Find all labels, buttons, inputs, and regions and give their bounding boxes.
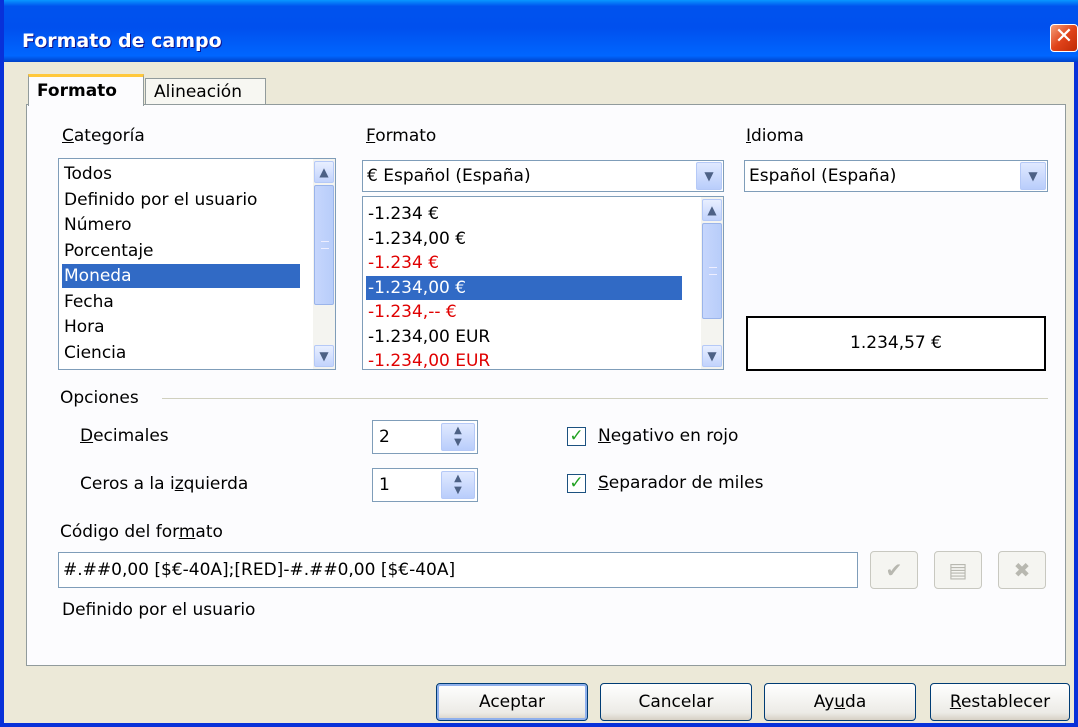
close-icon: ✕ — [1054, 24, 1074, 49]
restablecer-label: Restablecer — [949, 692, 1051, 712]
format-description: Definido por el usuario — [62, 600, 256, 620]
categoria-item[interactable]: Hora — [62, 315, 300, 339]
clipboard-icon: ▤ — [948, 558, 968, 582]
formato-item[interactable]: -1.234 € — [366, 251, 682, 275]
categoria-item[interactable]: Ciencia — [62, 341, 300, 365]
formato-item[interactable]: -1.234,00 EUR — [366, 325, 682, 349]
categoria-item[interactable]: Definido por el usuario — [62, 188, 300, 212]
ceros-label: Ceros a la izquierda — [80, 474, 249, 494]
separador-checkbox[interactable]: ✓ — [567, 474, 586, 493]
currency-combo-value: € Español (España) — [367, 166, 531, 186]
categoria-item[interactable]: Porcentaje — [62, 239, 300, 263]
opciones-label: Opciones — [60, 388, 139, 408]
formato-item[interactable]: -1.234 € — [366, 202, 682, 226]
format-preview: 1.234,57 € — [746, 316, 1046, 371]
formato-scrollbar[interactable]: ▲ ▼ — [701, 197, 723, 369]
tab-alineacion-label: Alineación — [154, 82, 242, 102]
chevron-down-icon[interactable]: ▼ — [1020, 162, 1046, 190]
scroll-thumb[interactable] — [314, 185, 334, 305]
delete-code-button[interactable]: ✖ — [998, 551, 1046, 589]
close-button[interactable]: ✕ — [1050, 24, 1078, 52]
formato-item[interactable]: -1.234,-- € — [366, 300, 682, 324]
negativo-label[interactable]: Negativo en rojo — [598, 426, 738, 446]
categoria-item[interactable]: Número — [62, 213, 300, 237]
restablecer-button[interactable]: Restablecer — [930, 683, 1070, 721]
scroll-up-icon[interactable]: ▲ — [702, 199, 722, 221]
scroll-thumb[interactable] — [702, 223, 722, 319]
ayuda-button[interactable]: Ayuda — [764, 683, 916, 721]
currency-combo[interactable]: € Español (España) ▼ — [362, 160, 724, 192]
accept-code-button[interactable]: ✔ — [870, 551, 918, 589]
scroll-down-icon[interactable]: ▼ — [702, 345, 722, 367]
codigo-label: Código del formato — [60, 522, 223, 542]
ayuda-label: Ayuda — [813, 692, 867, 712]
cancelar-button[interactable]: Cancelar — [600, 683, 752, 721]
format-code-input[interactable]: #.##0,00 [$€-40A];[RED]-#.##0,00 [$€-40A… — [58, 552, 858, 588]
dialog-title: Formato de campo — [22, 30, 222, 52]
tab-alineacion[interactable]: Alineación — [145, 78, 266, 104]
categoria-label: Categoría — [62, 126, 145, 146]
categoria-listbox[interactable]: Todos Definido por el usuario Número Porcen… — [58, 158, 336, 370]
check-icon: ✓ — [569, 426, 584, 446]
categoria-item[interactable]: Fecha — [62, 290, 300, 314]
format-field-dialog: Formato de campo ✕ Formato Alineación Ca… — [0, 0, 1078, 727]
check-icon: ✓ — [569, 473, 584, 493]
categoria-item[interactable]: Moneda — [62, 264, 300, 288]
scroll-down-icon[interactable]: ▼ — [314, 345, 334, 367]
decimales-value: 2 — [379, 427, 390, 447]
checkmark-icon: ✔ — [885, 558, 903, 582]
aceptar-label: Aceptar — [479, 692, 545, 712]
scroll-up-icon[interactable]: ▲ — [314, 161, 334, 183]
chevron-down-icon[interactable]: ▼ — [696, 162, 722, 190]
aceptar-button[interactable]: Aceptar — [436, 683, 588, 721]
ceros-value: 1 — [379, 475, 390, 495]
negativo-checkbox[interactable]: ✓ — [567, 427, 586, 446]
idioma-combo-value: Español (España) — [749, 166, 897, 186]
categoria-scrollbar[interactable]: ▲ ▼ — [313, 159, 335, 369]
spin-arrows-icon[interactable]: ▲ ▼ — [441, 471, 475, 499]
title-bar[interactable]: Formato de campo ✕ — [4, 0, 1078, 62]
formato-listbox[interactable]: -1.234 € -1.234,00 € -1.234 € -1.234,00 € -1… — [362, 196, 724, 370]
tab-formato[interactable]: Formato — [28, 74, 144, 106]
decimales-spinner[interactable]: 2 ▲ ▼ — [372, 420, 478, 454]
idioma-combo[interactable]: Español (España) ▼ — [744, 160, 1048, 192]
categoria-item[interactable]: Todos — [62, 162, 300, 186]
formato-item[interactable]: -1.234,00 EUR — [366, 349, 682, 369]
opciones-separator — [162, 398, 1048, 399]
add-comment-button[interactable]: ▤ — [934, 551, 982, 589]
ceros-spinner[interactable]: 1 ▲ ▼ — [372, 468, 478, 502]
spin-arrows-icon[interactable]: ▲ ▼ — [441, 423, 475, 451]
formato-item[interactable]: -1.234,00 € — [366, 227, 682, 251]
formato-label: Formato — [366, 126, 437, 146]
separador-label[interactable]: Separador de miles — [598, 473, 763, 493]
cancelar-label: Cancelar — [638, 692, 714, 712]
decimales-label: Decimales — [80, 426, 169, 446]
idioma-label: Idioma — [746, 126, 804, 146]
tab-formato-label: Formato — [37, 81, 117, 101]
formato-item[interactable]: -1.234,00 € — [366, 275, 682, 300]
delete-icon: ✖ — [1013, 558, 1031, 582]
